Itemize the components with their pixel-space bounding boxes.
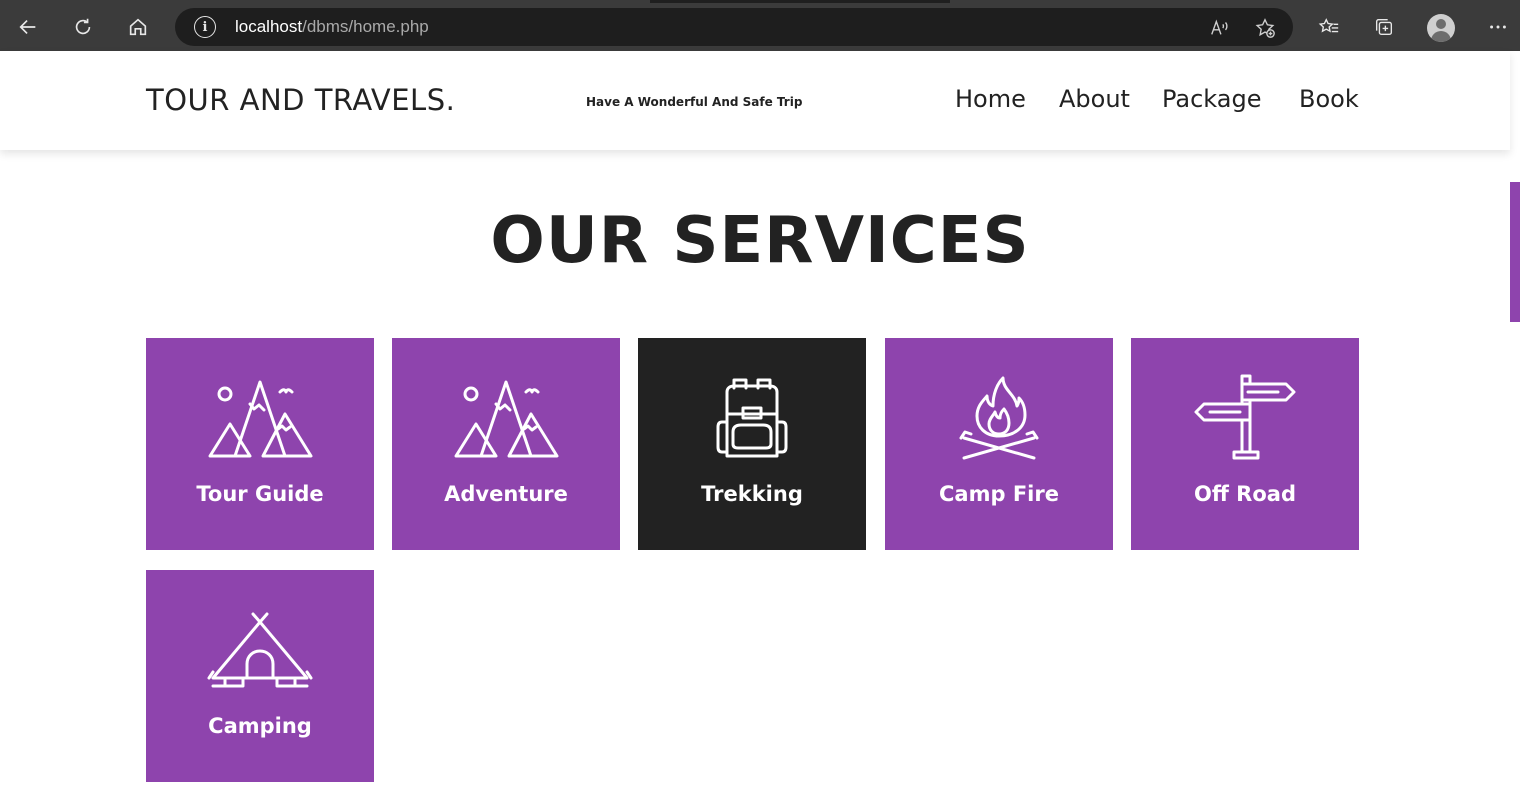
favorites-icon[interactable] [1310,8,1348,46]
add-favorite-icon[interactable] [1253,16,1277,40]
service-card-camp-fire[interactable]: Camp Fire [885,338,1113,550]
service-card-off-road[interactable]: Off Road [1131,338,1359,550]
service-label: Tour Guide [196,482,324,506]
refresh-icon[interactable] [64,8,102,46]
service-label: Off Road [1194,482,1296,506]
site-header: TOUR AND TRAVELS. Have A Wonderful And S… [0,51,1510,150]
browser-toolbar: i localhost/dbms/home.php [0,3,1520,51]
more-icon[interactable] [1479,8,1517,46]
service-card-tour-guide[interactable]: Tour Guide [146,338,374,550]
service-card-camping[interactable]: Camping [146,570,374,782]
service-label: Camping [208,714,312,738]
service-card-adventure[interactable]: Adventure [392,338,620,550]
profile-avatar[interactable] [1427,14,1455,42]
service-card-trekking[interactable]: Trekking [638,338,866,550]
url-path: /dbms/home.php [302,17,429,36]
avatar-body [1431,31,1451,42]
mountains-icon [392,374,620,466]
avatar-head [1436,19,1446,29]
service-label: Adventure [444,482,568,506]
tent-icon [146,606,374,698]
back-arrow-icon[interactable] [9,8,47,46]
address-bar[interactable]: i localhost/dbms/home.php [175,8,1293,46]
backpack-icon [638,374,866,466]
nav-package[interactable]: Package [1162,85,1261,113]
nav-book[interactable]: Book [1299,85,1359,113]
read-aloud-icon[interactable] [1208,16,1232,40]
section-title: OUR SERVICES [490,204,1030,278]
service-label: Trekking [701,482,803,506]
url-host: localhost [235,17,303,36]
service-label: Camp Fire [939,482,1059,506]
home-icon[interactable] [119,8,157,46]
collections-icon[interactable] [1365,8,1403,46]
nav-about[interactable]: About [1059,85,1130,113]
url-text[interactable]: localhost/dbms/home.php [235,17,429,37]
mountains-icon [146,374,374,466]
site-logo[interactable]: TOUR AND TRAVELS. [146,83,455,117]
info-icon[interactable]: i [194,16,216,38]
signpost-icon [1131,374,1359,466]
nav-home[interactable]: Home [955,85,1026,113]
site-tagline: Have A Wonderful And Safe Trip [586,95,803,109]
campfire-icon [885,374,1113,466]
